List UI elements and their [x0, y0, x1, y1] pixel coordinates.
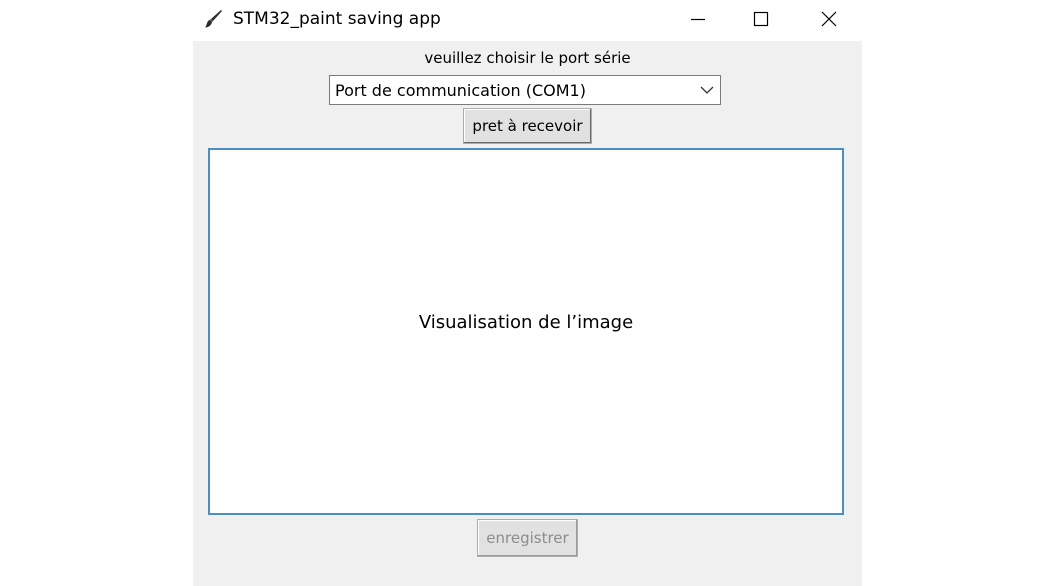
save-button[interactable]: enregistrer	[477, 519, 578, 557]
minimize-icon	[691, 18, 705, 21]
port-label: veuillez choisir le port série	[424, 49, 631, 67]
maximize-icon	[753, 11, 769, 27]
maximize-button[interactable]	[738, 0, 784, 38]
screen: STM32_paint saving app veuillez choisir …	[0, 0, 1058, 586]
ready-to-receive-button[interactable]: pret à recevoir	[463, 108, 592, 144]
close-button[interactable]	[806, 0, 852, 38]
image-preview-placeholder: Visualisation de l’image	[418, 312, 634, 333]
port-select-value: Port de communication (COM1)	[335, 81, 586, 100]
title-bar[interactable]: STM32_paint saving app	[193, 0, 862, 41]
close-icon	[821, 11, 837, 27]
minimize-button[interactable]	[675, 0, 721, 38]
port-select[interactable]: Port de communication (COM1)	[329, 75, 721, 105]
chevron-down-icon[interactable]	[698, 81, 716, 99]
paintbrush-icon	[205, 10, 222, 28]
image-preview-canvas: Visualisation de l’image	[208, 148, 844, 515]
window-title: STM32_paint saving app	[233, 9, 441, 29]
app-window: STM32_paint saving app veuillez choisir …	[193, 0, 862, 586]
